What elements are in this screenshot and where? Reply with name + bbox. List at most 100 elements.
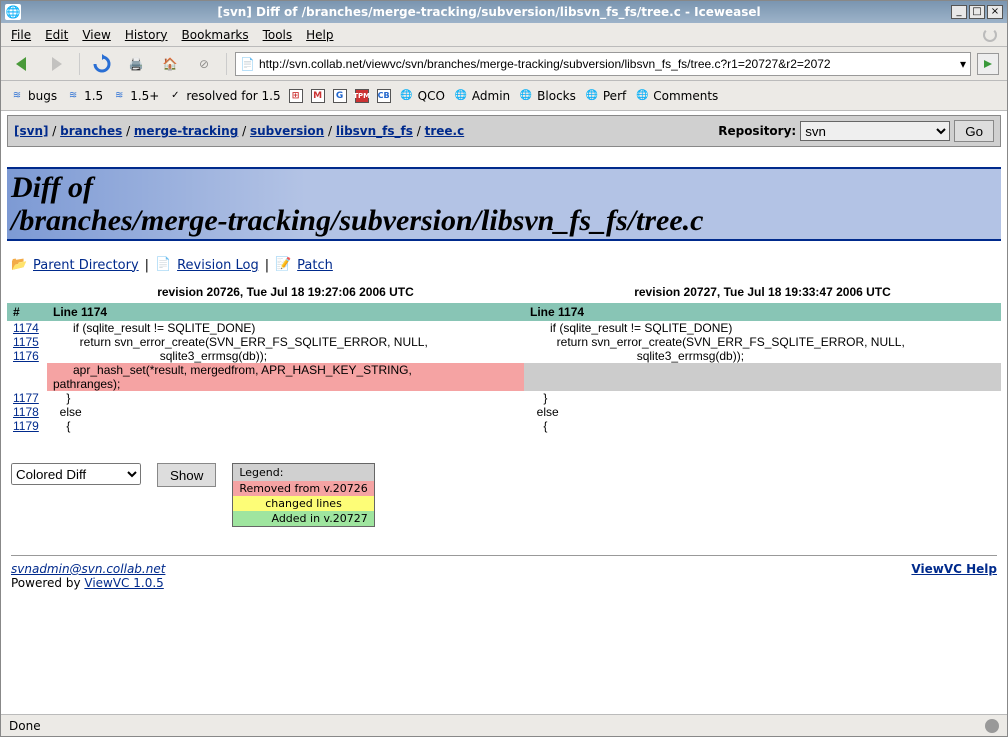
dropdown-icon[interactable]: ▾	[960, 57, 966, 71]
menu-bookmarks[interactable]: Bookmarks	[182, 28, 249, 42]
bm-admin[interactable]: 🌐Admin	[453, 89, 510, 103]
bm-gmail[interactable]: M	[311, 89, 325, 103]
col-hash: #	[7, 303, 47, 321]
path-bar: [svn] / branches / merge-tracking / subv…	[7, 115, 1001, 147]
menu-tools[interactable]: Tools	[263, 28, 293, 42]
bm-qco[interactable]: 🌐QCO	[399, 89, 445, 103]
print-button[interactable]: 🖨️	[122, 51, 150, 77]
bm-15plus[interactable]: ≋1.5+	[111, 89, 159, 103]
show-button[interactable]: Show	[157, 463, 216, 487]
line-link[interactable]: 1177	[13, 391, 39, 405]
bm-bugs[interactable]: ≋bugs	[9, 89, 57, 103]
line-link[interactable]: 1178	[13, 405, 39, 419]
bm-google[interactable]: G	[333, 89, 347, 103]
rev-right-header: revision 20727, Tue Jul 18 19:33:47 2006…	[524, 281, 1001, 303]
crumb-root[interactable]: [svn]	[14, 124, 48, 138]
removed-row: apr_hash_set(*result, mergedfrom, APR_HA…	[7, 363, 1001, 377]
table-row: 1176 sqlite3_errmsg(db)); sqlite3_errmsg…	[7, 349, 1001, 363]
legend-removed: Removed from v.20726	[233, 481, 373, 496]
legend-added: Added in v.20727	[233, 511, 373, 526]
heading-line2: /branches/merge-tracking/subversion/libs…	[11, 204, 704, 237]
viewvc-link[interactable]: ViewVC 1.0.5	[84, 576, 163, 590]
line-link[interactable]: 1176	[13, 349, 39, 363]
diff-controls: Colored Diff Show Legend: Removed from v…	[11, 463, 997, 527]
revision-log-link[interactable]: Revision Log	[177, 258, 259, 273]
page-content: [svn] / branches / merge-tracking / subv…	[1, 111, 1007, 714]
reload-button[interactable]	[88, 51, 116, 77]
forward-button[interactable]	[43, 51, 71, 77]
legend: Legend: Removed from v.20726 changed lin…	[232, 463, 374, 527]
crumb-branches[interactable]: branches	[60, 124, 122, 138]
patch-icon: 📝	[275, 257, 291, 273]
diff-table: revision 20726, Tue Jul 18 19:27:06 2006…	[7, 281, 1001, 433]
legend-changed: changed lines	[233, 496, 373, 511]
bm-15[interactable]: ≋1.5	[65, 89, 103, 103]
maximize-button[interactable]: □	[969, 5, 985, 19]
bm-perf[interactable]: 🌐Perf	[584, 89, 626, 103]
action-links: 📂 Parent Directory | 📄 Revision Log | 📝 …	[11, 257, 997, 273]
bm-tpm[interactable]: TPM	[355, 89, 369, 103]
menu-history[interactable]: History	[125, 28, 168, 42]
line-link[interactable]: 1174	[13, 321, 39, 335]
go-button[interactable]	[977, 53, 999, 75]
admin-email-link[interactable]: svnadmin@svn.collab.net	[11, 562, 165, 576]
removed-row: pathranges);	[7, 377, 1001, 391]
parent-dir-link[interactable]: Parent Directory	[33, 258, 139, 273]
minimize-button[interactable]: _	[951, 5, 967, 19]
powered-by-label: Powered by	[11, 576, 84, 590]
repo-go-button[interactable]: Go	[954, 120, 994, 142]
footer-divider	[11, 555, 997, 556]
crumb-libsvn[interactable]: libsvn_fs_fs	[336, 124, 413, 138]
bm-resolved[interactable]: ✓resolved for 1.5	[167, 89, 280, 103]
table-row: 1174 if (sqlite_result != SQLITE_DONE) i…	[7, 321, 1001, 335]
folder-up-icon: 📂	[11, 257, 27, 273]
bm-comments[interactable]: 🌐Comments	[634, 89, 718, 103]
url-bar[interactable]: 📄 ▾	[235, 52, 971, 76]
table-row: 1178 else else	[7, 405, 1001, 419]
table-row: 1175 return svn_error_create(SVN_ERR_FS_…	[7, 335, 1001, 349]
rev-left-header: revision 20726, Tue Jul 18 19:27:06 2006…	[47, 281, 524, 303]
heading-line1: Diff of	[11, 171, 93, 204]
page-icon: 📄	[240, 57, 255, 71]
bm-icon1[interactable]: ⊞	[289, 89, 303, 103]
legend-title: Legend:	[233, 464, 373, 481]
status-text: Done	[9, 719, 41, 733]
bm-blocks[interactable]: 🌐Blocks	[518, 89, 576, 103]
url-input[interactable]	[259, 57, 956, 71]
close-button[interactable]: ×	[987, 5, 1003, 19]
line-link[interactable]: 1179	[13, 419, 39, 433]
table-row: 1177 } }	[7, 391, 1001, 405]
stop-button[interactable]: ⊘	[190, 51, 218, 77]
home-button[interactable]: 🏠	[156, 51, 184, 77]
throbber-icon	[983, 28, 997, 42]
repo-select[interactable]: svn	[800, 121, 950, 141]
table-row: 1179 { {	[7, 419, 1001, 433]
crumb-subversion[interactable]: subversion	[250, 124, 324, 138]
titlebar: 🌐 [svn] Diff of /branches/merge-tracking…	[1, 1, 1007, 23]
menu-view[interactable]: View	[82, 28, 110, 42]
bookmarks-toolbar: ≋bugs ≋1.5 ≋1.5+ ✓resolved for 1.5 ⊞ M G…	[1, 81, 1007, 111]
app-icon: 🌐	[5, 4, 21, 20]
back-button[interactable]	[9, 51, 37, 77]
nav-toolbar: 🖨️ 🏠 ⊘ 📄 ▾	[1, 47, 1007, 81]
viewvc-help-link[interactable]: ViewVC Help	[911, 562, 997, 576]
menu-file[interactable]: File	[11, 28, 31, 42]
page-heading: Diff of/branches/merge-tracking/subversi…	[7, 167, 1001, 241]
crumb-merge-tracking[interactable]: merge-tracking	[134, 124, 238, 138]
col-line-right: Line 1174	[524, 303, 1001, 321]
col-line-left: Line 1174	[47, 303, 524, 321]
breadcrumb: [svn] / branches / merge-tracking / subv…	[14, 124, 718, 138]
diff-mode-select[interactable]: Colored Diff	[11, 463, 141, 485]
repo-label: Repository:	[718, 124, 796, 138]
menu-edit[interactable]: Edit	[45, 28, 68, 42]
patch-link[interactable]: Patch	[297, 258, 333, 273]
statusbar: Done	[1, 714, 1007, 736]
window-title: [svn] Diff of /branches/merge-tracking/s…	[27, 5, 951, 19]
menu-help[interactable]: Help	[306, 28, 333, 42]
line-link[interactable]: 1175	[13, 335, 39, 349]
bm-cb[interactable]: CB	[377, 89, 391, 103]
log-icon: 📄	[155, 257, 171, 273]
footer: svnadmin@svn.collab.net Powered by ViewV…	[11, 562, 997, 590]
crumb-tree-c[interactable]: tree.c	[425, 124, 465, 138]
menubar: File Edit View History Bookmarks Tools H…	[1, 23, 1007, 47]
